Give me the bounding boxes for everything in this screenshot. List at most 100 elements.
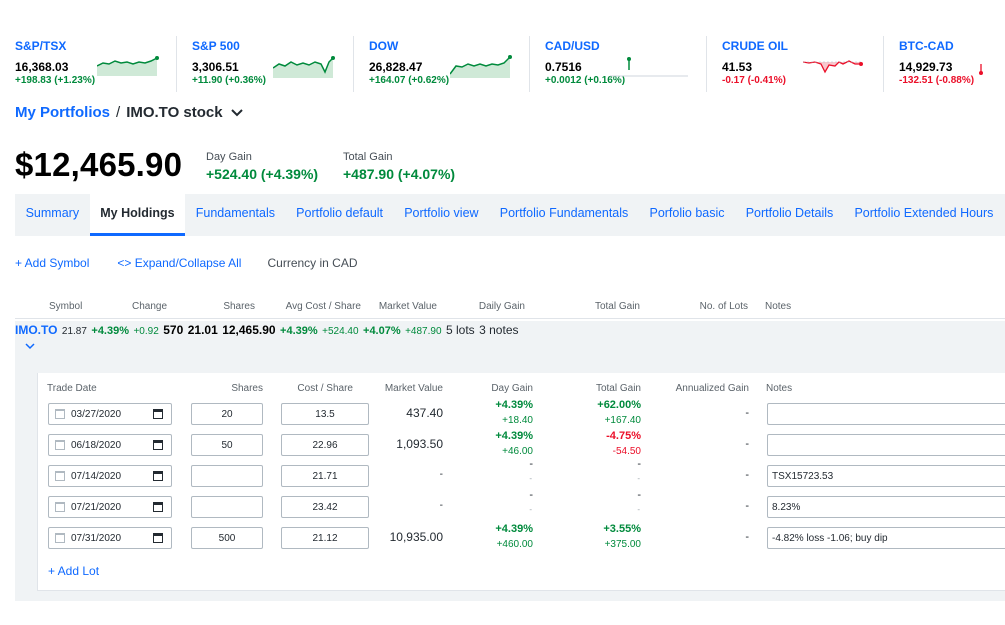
table-row[interactable]: IMO.TO 21.87 +4.39% +0.92 570 21.01 12,4… bbox=[15, 321, 1005, 373]
lot-panel-footer bbox=[15, 591, 1005, 601]
tab-fundamentals[interactable]: Fundamentals bbox=[185, 194, 285, 236]
lot-market-value: - bbox=[439, 500, 443, 511]
lot-col-trade-date: Trade Date bbox=[47, 383, 97, 394]
lot-total-gain-amt: - bbox=[637, 505, 640, 514]
shares-input[interactable]: 20 bbox=[191, 403, 263, 425]
col-day-gain[interactable]: Daily Gain bbox=[479, 301, 525, 312]
add-lot-button[interactable]: + Add Lot bbox=[48, 564, 99, 578]
lot-annualized-gain: - bbox=[745, 469, 749, 481]
shares-input[interactable]: 500 bbox=[191, 527, 263, 549]
holding-market-value: 12,465.90 bbox=[222, 323, 276, 337]
date-picker-icon[interactable] bbox=[153, 409, 163, 419]
divider bbox=[15, 318, 1005, 319]
lot-market-value: - bbox=[439, 469, 443, 480]
chevron-down-icon[interactable] bbox=[230, 108, 243, 117]
lot-note-input[interactable] bbox=[767, 434, 1005, 456]
ticker-crude-oil[interactable]: CRUDE OIL 41.53 -0.17 (-0.41%) bbox=[706, 36, 883, 92]
shares-value: 20 bbox=[221, 408, 233, 420]
ticker-dow[interactable]: DOW 26,828.47 +164.07 (+0.62%) bbox=[353, 36, 529, 92]
tab-my-holdings[interactable]: My Holdings bbox=[89, 194, 186, 236]
day-gain-value: +524.40 (+4.39%) bbox=[206, 166, 319, 182]
lot-day-gain-amt: +46.00 bbox=[502, 446, 533, 457]
holdings-header: Symbol Change Shares Avg Cost / Share Ma… bbox=[15, 298, 1005, 318]
holding-price: 21.87 bbox=[61, 326, 87, 337]
cost-input[interactable]: 13.5 bbox=[281, 403, 369, 425]
lot-annualized-gain: - bbox=[745, 531, 749, 543]
chevron-down-icon[interactable] bbox=[25, 343, 35, 350]
lot-panel-gutter bbox=[15, 373, 37, 591]
trade-date-input[interactable]: 03/27/2020 bbox=[48, 403, 172, 425]
col-total-gain[interactable]: Total Gain bbox=[595, 301, 640, 312]
holding-shares: 570 bbox=[163, 323, 184, 337]
shares-input[interactable] bbox=[191, 496, 263, 518]
ticker-sp-tsx[interactable]: S&P/TSX 16,368.03 +198.83 (+1.23%) bbox=[0, 36, 176, 92]
col-no-of-lots[interactable]: No. of Lots bbox=[700, 301, 748, 312]
cost-input[interactable]: 22.96 bbox=[281, 434, 369, 456]
tab-summary[interactable]: Summary bbox=[15, 194, 90, 236]
shares-input[interactable]: 50 bbox=[191, 434, 263, 456]
trade-date-input[interactable]: 07/31/2020 bbox=[48, 527, 172, 549]
lot-total-gain-pct: - bbox=[637, 458, 641, 470]
col-symbol[interactable]: Symbol bbox=[49, 301, 82, 312]
breadcrumb-my-portfolios[interactable]: My Portfolios bbox=[15, 104, 110, 121]
ticker-btc-cad[interactable]: BTC-CAD 14,929.73 -132.51 (-0.88%) bbox=[883, 36, 1005, 92]
tab-portfolio-extended-hours[interactable]: Portfolio Extended Hours bbox=[844, 194, 1004, 236]
sparkline bbox=[273, 56, 335, 78]
date-picker-icon[interactable] bbox=[153, 440, 163, 450]
holding-notes[interactable]: 3 notes bbox=[479, 323, 518, 337]
portfolio-total-value: $12,465.90 bbox=[15, 146, 183, 183]
col-avg-cost[interactable]: Avg Cost / Share bbox=[286, 301, 361, 312]
lot-market-value: 437.40 bbox=[406, 406, 443, 420]
add-symbol-button[interactable]: + Add Symbol bbox=[15, 256, 89, 270]
lot-col-annualized: Annualized Gain bbox=[675, 383, 749, 394]
col-notes[interactable]: Notes bbox=[765, 301, 791, 312]
cost-input[interactable]: 21.71 bbox=[281, 465, 369, 487]
tab-porfolio-basic[interactable]: Porfolio basic bbox=[639, 194, 735, 236]
lot-note-input[interactable]: TSX15723.53 bbox=[767, 465, 1005, 487]
expand-collapse-button[interactable]: <> Expand/Collapse All bbox=[117, 256, 241, 270]
col-change[interactable]: Change bbox=[132, 301, 167, 312]
tab-portfolio-view[interactable]: Portfolio view bbox=[394, 194, 490, 236]
trade-date-value: 07/21/2020 bbox=[71, 501, 122, 513]
date-picker-icon[interactable] bbox=[153, 471, 163, 481]
lot-market-value: 1,093.50 bbox=[396, 437, 443, 451]
lot-day-gain-amt: +460.00 bbox=[496, 539, 533, 550]
holding-lots[interactable]: 5 lots bbox=[446, 323, 475, 337]
lot-annualized-gain: - bbox=[745, 438, 749, 450]
lot-total-gain-amt: +167.40 bbox=[604, 415, 641, 426]
date-picker-icon[interactable] bbox=[153, 533, 163, 543]
trade-date-input[interactable]: 07/21/2020 bbox=[48, 496, 172, 518]
ticker-sp500[interactable]: S&P 500 3,306.51 +11.90 (+0.36%) bbox=[176, 36, 353, 92]
lot-note-value: 8.23% bbox=[772, 501, 801, 513]
tab-portfolio-fundamentals[interactable]: Portfolio Fundamentals bbox=[489, 194, 639, 236]
col-market-value[interactable]: Market Value bbox=[379, 301, 437, 312]
lot-market-value: 10,935.00 bbox=[389, 530, 443, 544]
cost-input[interactable]: 21.12 bbox=[281, 527, 369, 549]
date-picker-icon[interactable] bbox=[153, 502, 163, 512]
lot-col-market-value: Market Value bbox=[384, 383, 443, 394]
lot-note-input[interactable]: 8.23% bbox=[767, 496, 1005, 518]
cost-value: 23.42 bbox=[312, 501, 338, 513]
col-shares[interactable]: Shares bbox=[223, 301, 255, 312]
lot-note-input[interactable] bbox=[767, 403, 1005, 425]
ticker-cad-usd[interactable]: CAD/USD 0.7516 +0.0012 (+0.16%) bbox=[529, 36, 706, 92]
trade-date-input[interactable]: 06/18/2020 bbox=[48, 434, 172, 456]
portfolio-tabs: Summary My Holdings Fundamentals Portfol… bbox=[15, 194, 1005, 236]
holding-day-gain-amt: +524.40 bbox=[322, 326, 359, 337]
cost-input[interactable]: 23.42 bbox=[281, 496, 369, 518]
tab-portfolio-default[interactable]: Portfolio default bbox=[286, 194, 394, 236]
tab-portfolio-details[interactable]: Portfolio Details bbox=[735, 194, 844, 236]
ticker-change: +198.83 (+1.23%) bbox=[15, 75, 96, 86]
calendar-icon bbox=[55, 440, 65, 450]
lot-col-cost: Cost / Share bbox=[297, 383, 353, 394]
trade-date-input[interactable]: 07/14/2020 bbox=[48, 465, 172, 487]
shares-input[interactable] bbox=[191, 465, 263, 487]
lot-col-day-gain: Day Gain bbox=[491, 383, 533, 394]
portfolio-title: IMO.TO stock bbox=[126, 104, 223, 121]
lot-note-input[interactable]: -4.82% loss -1.06; buy dip bbox=[767, 527, 1005, 549]
lot-day-gain-pct: - bbox=[529, 489, 533, 501]
day-gain-label: Day Gain bbox=[206, 151, 252, 163]
holding-symbol[interactable]: IMO.TO bbox=[15, 323, 57, 337]
sparkline bbox=[450, 55, 512, 78]
calendar-icon bbox=[55, 533, 65, 543]
